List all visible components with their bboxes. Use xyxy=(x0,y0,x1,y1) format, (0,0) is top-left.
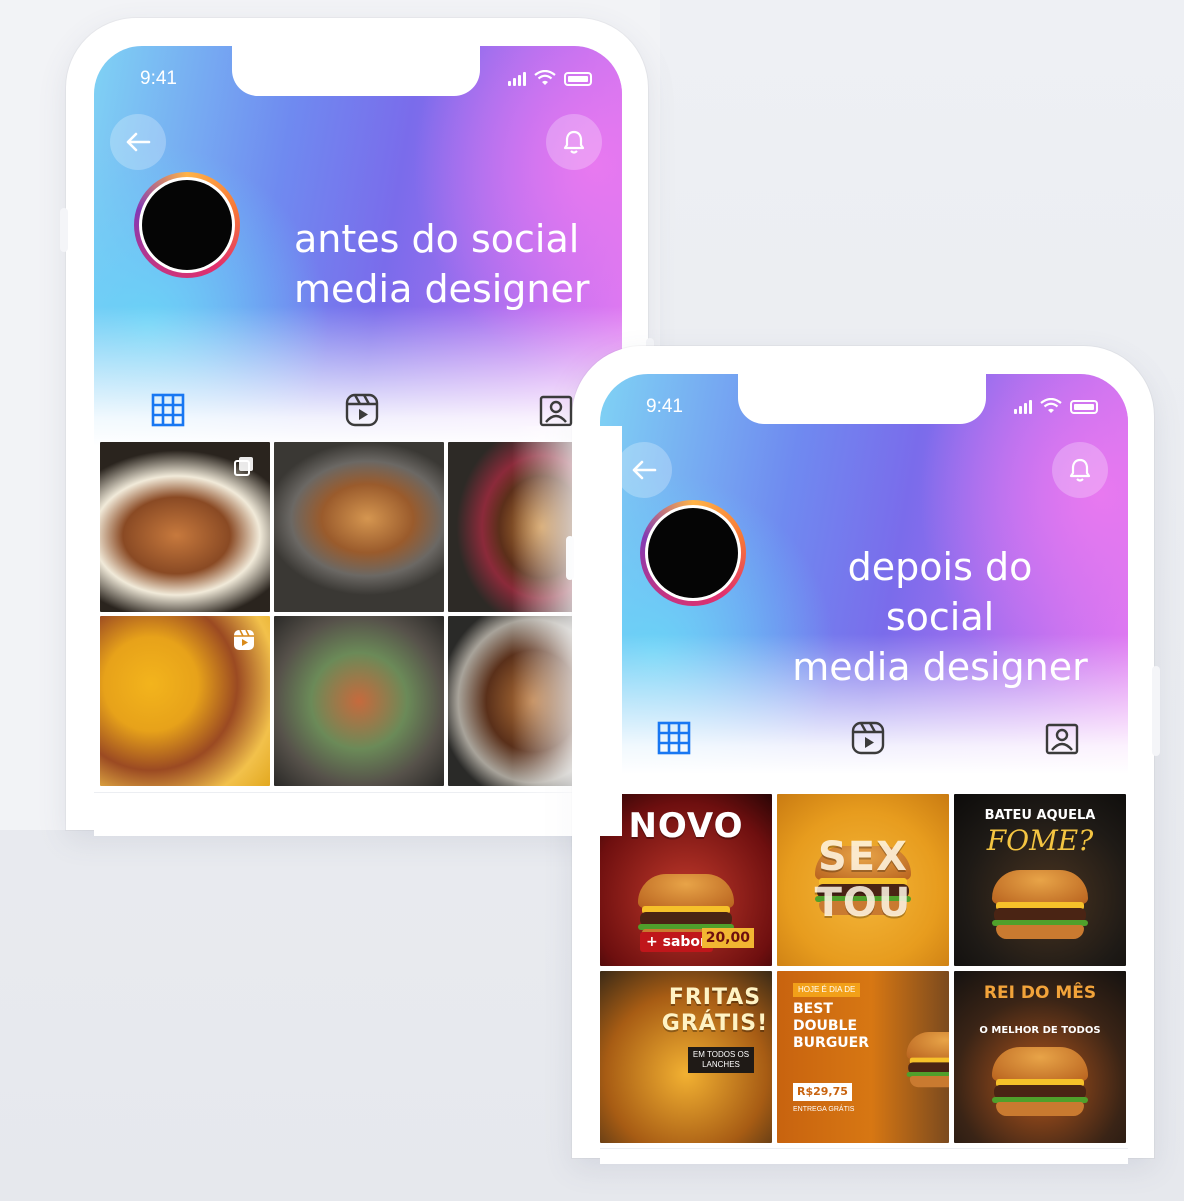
status-time: 9:41 xyxy=(646,396,683,417)
post-tile[interactable] xyxy=(100,442,270,612)
avatar-photo xyxy=(142,180,232,270)
post-tile[interactable]: REI DO MÊS O MELHOR DE TODOS xyxy=(954,971,1126,1143)
burger-photo xyxy=(274,442,444,612)
tab-reels[interactable] xyxy=(342,390,382,430)
headline-line-1: antes do social xyxy=(294,217,580,261)
post-design: BATEU AQUELA FOME? xyxy=(954,794,1126,966)
headline-line-1: depois do social xyxy=(847,545,1033,639)
status-icons xyxy=(1014,398,1098,414)
post-tile[interactable]: NOVO + sabor 20,00 xyxy=(600,794,772,966)
burger-illustration xyxy=(992,870,1088,940)
divider xyxy=(600,1148,1128,1149)
tab-grid[interactable] xyxy=(654,718,694,758)
post-tile[interactable] xyxy=(274,442,444,612)
notch xyxy=(738,374,986,424)
notifications-button[interactable] xyxy=(1052,442,1108,498)
wifi-icon xyxy=(534,70,556,85)
post-design: FRITAS GRÁTIS! EM TODOS OS LANCHES xyxy=(600,971,772,1143)
status-time: 9:41 xyxy=(140,68,177,89)
tab-tagged[interactable] xyxy=(536,390,576,430)
avatar[interactable] xyxy=(640,500,746,606)
bell-icon xyxy=(1069,458,1091,482)
bell-icon xyxy=(563,130,585,154)
post-title: REI DO MÊS xyxy=(983,983,1097,1003)
post-title: FRITAS GRÁTIS! xyxy=(661,985,769,1036)
profile-headline: antes do social media designer xyxy=(294,214,604,314)
post-title: BEST DOUBLE BURGUER xyxy=(793,1001,870,1051)
post-design: REI DO MÊS O MELHOR DE TODOS xyxy=(954,971,1126,1143)
tab-grid[interactable] xyxy=(148,390,188,430)
tab-tagged[interactable] xyxy=(1042,718,1082,758)
screen-before: 9:41 antes do social media designer xyxy=(94,46,622,836)
avatar[interactable] xyxy=(134,172,240,278)
notifications-button[interactable] xyxy=(546,114,602,170)
headline-line-2: media designer xyxy=(294,267,590,311)
burgers-tray-photo xyxy=(274,616,444,786)
fade-overlay xyxy=(512,426,622,836)
battery-icon xyxy=(564,72,592,86)
phone-before: 9:41 antes do social media designer xyxy=(60,18,654,836)
post-subtitle: EM TODOS OS LANCHES xyxy=(688,1047,754,1073)
tagged-icon xyxy=(539,395,573,427)
profile-tabs xyxy=(600,718,1128,766)
post-tile[interactable]: HOJE É DIA DE BEST DOUBLE BURGUER R$29,7… xyxy=(777,971,949,1143)
reels-badge-icon xyxy=(234,629,254,650)
arrow-left-icon xyxy=(126,132,151,152)
profile-headline: depois do social media designer xyxy=(790,542,1090,692)
post-tile[interactable]: BATEU AQUELA FOME? xyxy=(954,794,1126,966)
post-title: SEX TOU xyxy=(814,834,912,926)
burger-illustration xyxy=(992,1047,1088,1117)
signal-icon xyxy=(508,72,526,86)
post-subtitle: HOJE É DIA DE xyxy=(793,983,861,997)
tab-reels[interactable] xyxy=(848,718,888,758)
back-button[interactable] xyxy=(110,114,166,170)
post-tile[interactable]: SEX TOU xyxy=(777,794,949,966)
post-subtitle: FOME? xyxy=(986,824,1094,857)
battery-icon xyxy=(1070,400,1098,414)
post-grid: NOVO + sabor 20,00 SEX TOU BATEU AQUELA … xyxy=(600,794,1126,1143)
signal-icon xyxy=(1014,400,1032,414)
post-tile[interactable]: FRITAS GRÁTIS! EM TODOS OS LANCHES xyxy=(600,971,772,1143)
post-design: SEX TOU xyxy=(777,794,949,966)
post-subtitle: O MELHOR DE TODOS xyxy=(979,1025,1101,1036)
reels-icon xyxy=(345,393,379,427)
grid-icon xyxy=(151,393,185,427)
wifi-icon xyxy=(1040,398,1062,413)
post-note: ENTREGA GRÁTIS xyxy=(793,1106,855,1113)
post-design: HOJE É DIA DE BEST DOUBLE BURGUER R$29,7… xyxy=(777,971,949,1143)
headline-line-2: media designer xyxy=(792,645,1088,689)
post-title: NOVO xyxy=(628,806,744,846)
status-icons xyxy=(508,70,592,86)
post-price: R$29,75 xyxy=(793,1083,852,1101)
screen-after: 9:41 depois do social media designer NOV… xyxy=(600,374,1128,1164)
tagged-icon xyxy=(1045,723,1079,755)
arrow-left-icon xyxy=(632,460,657,480)
back-button[interactable] xyxy=(616,442,672,498)
post-design: NOVO + sabor 20,00 xyxy=(600,794,772,966)
carousel-icon xyxy=(234,457,253,476)
phone-after: 9:41 depois do social media designer NOV… xyxy=(566,346,1160,1164)
post-title: BATEU AQUELA xyxy=(984,808,1096,823)
post-tile[interactable] xyxy=(274,616,444,786)
avatar-photo xyxy=(648,508,738,598)
notch xyxy=(232,46,480,96)
post-price: 20,00 xyxy=(701,928,754,948)
burger-illustration xyxy=(906,1032,949,1088)
reels-icon xyxy=(851,721,885,755)
grid-icon xyxy=(657,721,691,755)
post-tile[interactable] xyxy=(100,616,270,786)
